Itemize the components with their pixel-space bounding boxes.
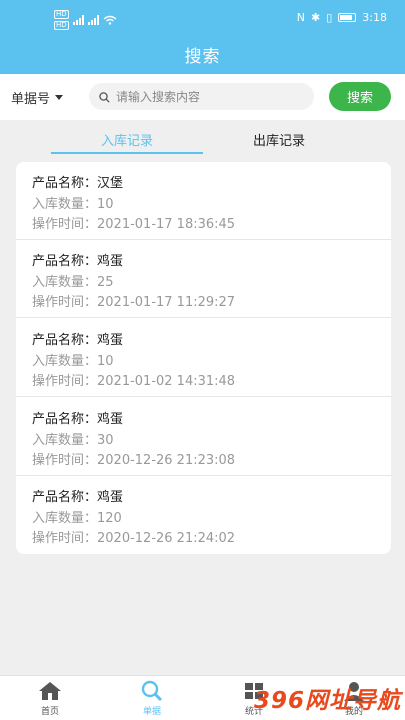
inbound-quantity: 入库数量：10	[32, 354, 114, 369]
list-item[interactable]: 产品名称：鸡蛋 入库数量：30 操作时间：2020-12-26 21:23:08	[16, 398, 391, 476]
nav-documents-label: 单据	[142, 707, 161, 717]
nav-documents[interactable]: 单据	[122, 680, 182, 717]
record-list: 产品名称：汉堡 入库数量：10 操作时间：2021-01-17 18:36:45…	[16, 162, 391, 554]
record-tabs: 入库记录 出库记录	[0, 124, 405, 156]
battery-icon	[338, 13, 357, 22]
search-icon	[141, 680, 163, 702]
operation-time: 操作时间：2021-01-17 18:36:45	[32, 217, 236, 232]
inbound-quantity: 入库数量：10	[32, 197, 114, 212]
list-item[interactable]: 产品名称：汉堡 入库数量：10 操作时间：2021-01-17 18:36:45	[16, 162, 391, 240]
inbound-quantity: 入库数量：25	[32, 275, 114, 290]
nav-home-label: 首页	[40, 707, 59, 717]
active-tab-indicator	[51, 152, 203, 154]
filter-select[interactable]: 单据号	[11, 88, 64, 107]
product-name: 产品名称：鸡蛋	[32, 333, 124, 348]
tab-outbound-records[interactable]: 出库记录	[203, 130, 355, 149]
page-title: 搜索	[184, 47, 221, 67]
search-field	[89, 83, 314, 110]
operation-time: 操作时间：2020-12-26 21:23:08	[32, 453, 236, 468]
inbound-quantity: 入库数量：120	[32, 511, 122, 526]
operation-time: 操作时间：2021-01-17 11:29:27	[32, 295, 236, 310]
filter-select-label: 单据号	[11, 92, 51, 107]
home-icon	[39, 682, 61, 700]
sim-icon: HD HD	[54, 10, 69, 30]
nfc-icon: N	[296, 11, 306, 24]
list-item[interactable]: 产品名称：鸡蛋 入库数量：25 操作时间：2021-01-17 11:29:27	[16, 240, 391, 318]
signal-indicators: HD HD	[54, 10, 117, 30]
search-icon	[99, 91, 110, 103]
top-bar: HD HD N ✱ ▯ 3:18 搜索	[0, 0, 405, 74]
nav-home[interactable]: 首页	[20, 680, 80, 717]
bluetooth-icon: ✱	[311, 11, 321, 24]
signal-icon-2	[87, 15, 99, 25]
product-name: 产品名称：鸡蛋	[32, 254, 124, 269]
status-right: N ✱ ▯ 3:18	[297, 11, 387, 24]
search-button[interactable]: 搜索	[329, 82, 391, 111]
product-name: 产品名称：汉堡	[32, 176, 124, 191]
search-bar: 单据号 搜索	[0, 74, 405, 120]
tab-outbound-label: 出库记录	[252, 134, 305, 149]
status-bar: HD HD N ✱ ▯ 3:18	[0, 0, 405, 34]
product-name: 产品名称：鸡蛋	[32, 412, 124, 427]
inbound-quantity: 入库数量：30	[32, 433, 114, 448]
product-name: 产品名称：鸡蛋	[32, 490, 124, 505]
tab-inbound-records[interactable]: 入库记录	[51, 130, 203, 154]
operation-time: 操作时间：2021-01-02 14:31:48	[32, 374, 236, 389]
search-input[interactable]	[116, 89, 296, 104]
vibrate-icon: ▯	[326, 11, 333, 24]
caret-down-icon	[55, 95, 64, 100]
list-item[interactable]: 产品名称：鸡蛋 入库数量：10 操作时间：2021-01-02 14:31:48	[16, 319, 391, 397]
signal-icon	[72, 15, 84, 25]
operation-time: 操作时间：2020-12-26 21:24:02	[32, 531, 236, 546]
list-item[interactable]: 产品名称：鸡蛋 入库数量：120 操作时间：2020-12-26 21:24:0…	[16, 476, 391, 554]
wifi-icon	[103, 15, 117, 25]
status-time: 3:18	[362, 11, 387, 24]
watermark-logo: 396网址导航	[253, 688, 401, 714]
tab-inbound-label: 入库记录	[100, 134, 153, 149]
